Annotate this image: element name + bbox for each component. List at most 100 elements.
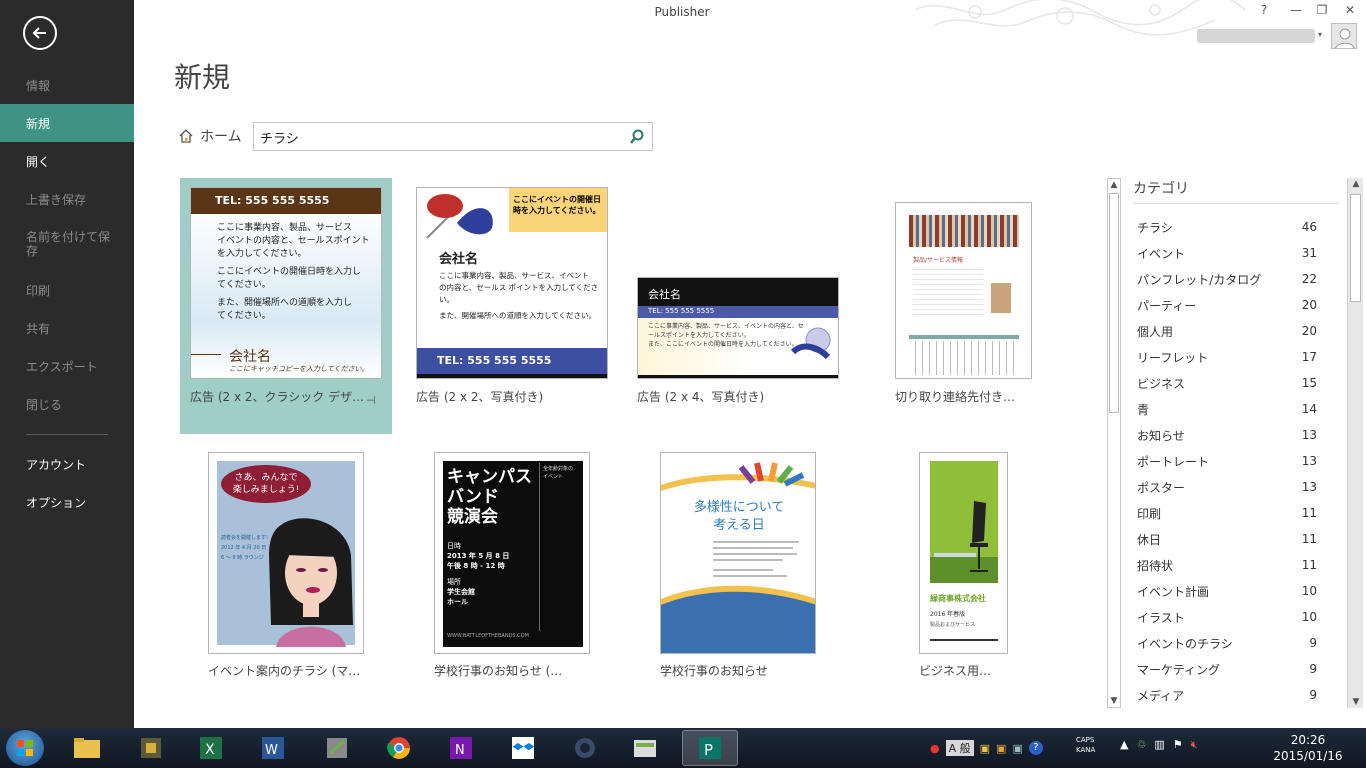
category-item[interactable]: ビジネス 15: [1137, 370, 1317, 396]
windows-logo-icon: [17, 740, 33, 756]
search-icon[interactable]: [628, 128, 646, 146]
restore-button[interactable]: ❐: [1312, 3, 1332, 17]
taskbar-app[interactable]: [560, 730, 610, 766]
action-center-icon[interactable]: ⚑: [1173, 738, 1183, 752]
category-name: マーケティング: [1137, 662, 1221, 677]
template-tile[interactable]: 会社名 TEL: 555 555 5555 ここに事業内容、製品、サービス、イベ…: [627, 178, 839, 434]
thumb-tel: TEL: 555 555 5555: [638, 306, 838, 318]
taskbar-chrome[interactable]: [374, 730, 424, 766]
clock[interactable]: 20:26 2015/01/16: [1268, 732, 1348, 764]
category-count: 20: [1301, 298, 1317, 312]
taskbar-app[interactable]: [126, 730, 176, 766]
category-item[interactable]: リーフレット 17: [1137, 344, 1317, 370]
pushpin-icon: [426, 194, 493, 239]
scroll-down-icon[interactable]: ▼: [1350, 697, 1362, 707]
scrollbar-thumb[interactable]: [1109, 193, 1119, 413]
category-item[interactable]: イベントのチラシ 9: [1137, 630, 1317, 656]
category-item[interactable]: イラスト 10: [1137, 604, 1317, 630]
nav-print[interactable]: 印刷: [0, 271, 134, 309]
scroll-down-icon[interactable]: ▼: [1108, 696, 1120, 706]
category-item[interactable]: イベント 31: [1137, 240, 1317, 266]
thumb-text: 2016 年春版: [930, 611, 966, 618]
pin-icon[interactable]: ⊣: [366, 394, 376, 407]
ime-mode[interactable]: CAPS KANA: [1076, 735, 1095, 755]
flag-icon[interactable]: ●: [930, 742, 940, 755]
nav-new[interactable]: 新規: [0, 104, 134, 142]
search-input[interactable]: [260, 127, 620, 147]
ime-tool-icon[interactable]: ▣: [1012, 742, 1022, 755]
category-item[interactable]: イベント計画 10: [1137, 578, 1317, 604]
nav-info[interactable]: 情報: [0, 66, 134, 104]
nav-export[interactable]: エクスポート: [0, 347, 134, 385]
template-tile[interactable]: 製品/サービス情報 切り取り連絡先付き…: [885, 178, 1075, 434]
nav-save-as[interactable]: 名前を付けて保存: [0, 226, 110, 266]
category-item[interactable]: マーケティング 9: [1137, 656, 1317, 682]
minimize-button[interactable]: —: [1286, 3, 1306, 17]
thumb-text: い。: [439, 295, 454, 304]
gallery-scrollbar[interactable]: ▲ ▼: [1107, 178, 1121, 708]
ime-tool-icon[interactable]: ▣: [980, 742, 990, 755]
nav-account[interactable]: アカウント: [0, 445, 134, 483]
template-tile[interactable]: キャンパス バンド 競演会 全年齢対象の イベント 日時 2013 年 5 月 …: [424, 444, 614, 684]
category-count: 13: [1301, 480, 1317, 494]
template-tile[interactable]: 多様性について 考える日 学校行事のお知らせ: [650, 444, 840, 684]
category-item[interactable]: 青 14: [1137, 396, 1317, 422]
template-tile[interactable]: 緑商事株式会社 2016 年春版 製品およびサービス ビジネス用…: [909, 444, 1079, 684]
home-link[interactable]: ホーム: [178, 126, 242, 146]
taskbar-explorer[interactable]: [62, 730, 112, 766]
ime-indicator[interactable]: A 般: [945, 740, 974, 756]
nav-options[interactable]: オプション: [0, 483, 134, 521]
category-item[interactable]: お知らせ 13: [1137, 422, 1317, 448]
office-chair-photo-icon: [930, 461, 998, 583]
category-item[interactable]: メディア 9: [1137, 682, 1317, 708]
template-tile[interactable]: TEL: 555 555 5555 ここに事業内容、製品、サービス イベントの内…: [180, 178, 392, 434]
nav-save[interactable]: 上書き保存: [0, 180, 134, 218]
template-label: イベント案内のチラシ (マ…: [208, 664, 361, 678]
template-tile[interactable]: ここにイベントの開催日 時を入力してください。 会社名 ここに事業内容、製品、サ…: [406, 178, 618, 434]
nav-close[interactable]: 閉じる: [0, 385, 134, 423]
user-dropdown-icon[interactable]: ▾: [1318, 30, 1322, 39]
taskbar-word[interactable]: W: [248, 730, 298, 766]
taskbar-app[interactable]: [312, 730, 362, 766]
category-item[interactable]: 個人用 20: [1137, 318, 1317, 344]
help-icon[interactable]: ?: [1028, 741, 1043, 755]
thumb-text: WWW.BATTLEOFTHEBANDS.COM: [447, 633, 529, 639]
chrome-icon: [387, 737, 410, 759]
template-label: 切り取り連絡先付き…: [895, 390, 1015, 404]
sync-icon[interactable]: ♲: [1136, 738, 1146, 752]
template-thumbnail: 会社名 TEL: 555 555 5555 ここに事業内容、製品、サービス、イベ…: [637, 277, 839, 379]
category-item[interactable]: 招待状 11: [1137, 552, 1317, 578]
taskbar-dropbox[interactable]: [498, 730, 548, 766]
taskbar-onenote[interactable]: N: [436, 730, 486, 766]
scroll-up-icon[interactable]: ▲: [1350, 179, 1362, 189]
back-button[interactable]: [23, 16, 57, 50]
show-hidden-icons-icon[interactable]: ▲: [1120, 738, 1128, 752]
start-button[interactable]: [6, 730, 44, 766]
category-item[interactable]: 休日 11: [1137, 526, 1317, 552]
network-icon[interactable]: ▥: [1154, 738, 1164, 752]
category-scrollbar[interactable]: ▲ ▼: [1347, 178, 1363, 708]
category-item[interactable]: パーティー 20: [1137, 292, 1317, 318]
nav-share[interactable]: 共有: [0, 309, 134, 347]
ime-tool-icon[interactable]: ▣: [996, 742, 1006, 755]
nav-open[interactable]: 開く: [0, 142, 134, 180]
category-item[interactable]: チラシ 46: [1137, 214, 1317, 240]
category-item[interactable]: パンフレット/カタログ 22: [1137, 266, 1317, 292]
thumb-text: ここに事業内容、製品、サービス: [217, 223, 353, 233]
category-item[interactable]: ポートレート 13: [1137, 448, 1317, 474]
taskbar-publisher[interactable]: P: [682, 730, 738, 766]
scrollbar-thumb[interactable]: [1350, 194, 1361, 302]
user-name[interactable]: [1197, 29, 1315, 43]
template-tile[interactable]: さあ、みんなで 楽しみましょう! 読者会を開催します! 2012 年 4 月 2…: [198, 444, 388, 684]
template-thumbnail: 製品/サービス情報: [895, 202, 1032, 379]
scroll-up-icon[interactable]: ▲: [1108, 180, 1120, 190]
avatar[interactable]: [1331, 23, 1357, 49]
rainbow-illustration-icon: [661, 462, 815, 653]
category-item[interactable]: 印刷 11: [1137, 500, 1317, 526]
taskbar-excel[interactable]: X: [186, 730, 236, 766]
help-button[interactable]: ?: [1254, 3, 1274, 17]
close-button[interactable]: ✕: [1340, 3, 1360, 17]
category-item[interactable]: ポスター 13: [1137, 474, 1317, 500]
taskbar-app[interactable]: [620, 730, 670, 766]
volume-muted-icon[interactable]: 🔇︎: [1191, 738, 1198, 752]
